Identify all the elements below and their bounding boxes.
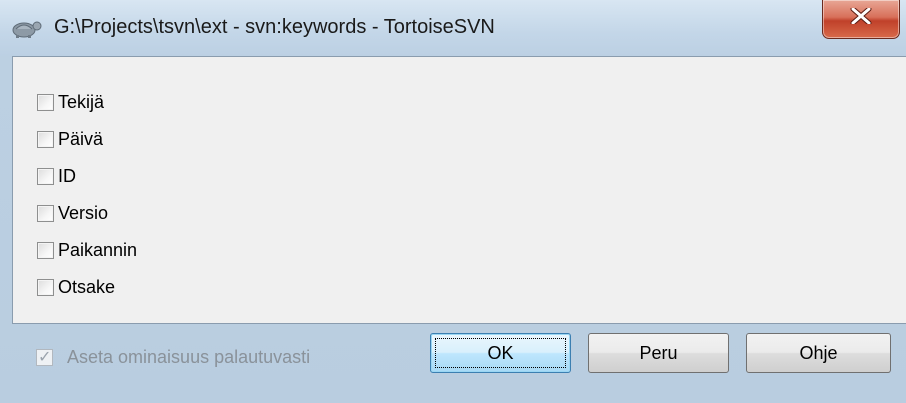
recursive-option[interactable]: ✓ Aseta ominaisuus palautuvasti — [36, 347, 310, 368]
keyword-checkbox[interactable] — [37, 242, 54, 259]
ok-button-label: OK — [435, 338, 566, 368]
title-bar[interactable]: G:\Projects\tsvn\ext - svn:keywords - To… — [0, 0, 906, 56]
keyword-label: Versio — [58, 203, 109, 223]
keyword-item-versio[interactable]: Versio — [37, 195, 137, 232]
keyword-list: Tekijä Päivä ID Versio Paikannin Otsake — [37, 84, 137, 306]
ok-button[interactable]: OK — [430, 333, 571, 373]
keyword-checkbox[interactable] — [37, 131, 54, 148]
keyword-label: Tekijä — [58, 92, 105, 112]
keyword-checkbox[interactable] — [37, 205, 54, 222]
keyword-label: Paikannin — [58, 240, 138, 260]
tortoisesvn-icon — [10, 17, 44, 39]
close-button[interactable] — [822, 0, 900, 39]
checkmark-icon: ✓ — [38, 349, 52, 366]
recursive-checkbox[interactable]: ✓ — [36, 349, 53, 366]
keyword-item-otsake[interactable]: Otsake — [37, 269, 137, 306]
window-title: G:\Projects\tsvn\ext - svn:keywords - To… — [54, 16, 495, 38]
keyword-item-tekija[interactable]: Tekijä — [37, 84, 137, 121]
keyword-item-id[interactable]: ID — [37, 158, 137, 195]
keyword-label: Päivä — [58, 129, 104, 149]
keyword-label: Otsake — [58, 277, 116, 297]
keyword-checkbox[interactable] — [37, 168, 54, 185]
help-button[interactable]: Ohje — [746, 333, 891, 373]
keywords-panel: Tekijä Päivä ID Versio Paikannin Otsake — [12, 56, 906, 324]
keyword-checkbox[interactable] — [37, 94, 54, 111]
svn-keywords-dialog: G:\Projects\tsvn\ext - svn:keywords - To… — [0, 0, 906, 403]
keyword-item-paiva[interactable]: Päivä — [37, 121, 137, 158]
recursive-label: Aseta ominaisuus palautuvasti — [67, 347, 311, 367]
cancel-button[interactable]: Peru — [588, 333, 729, 373]
keyword-item-paikannin[interactable]: Paikannin — [37, 232, 137, 269]
keyword-label: ID — [58, 166, 76, 186]
keyword-checkbox[interactable] — [37, 279, 54, 296]
